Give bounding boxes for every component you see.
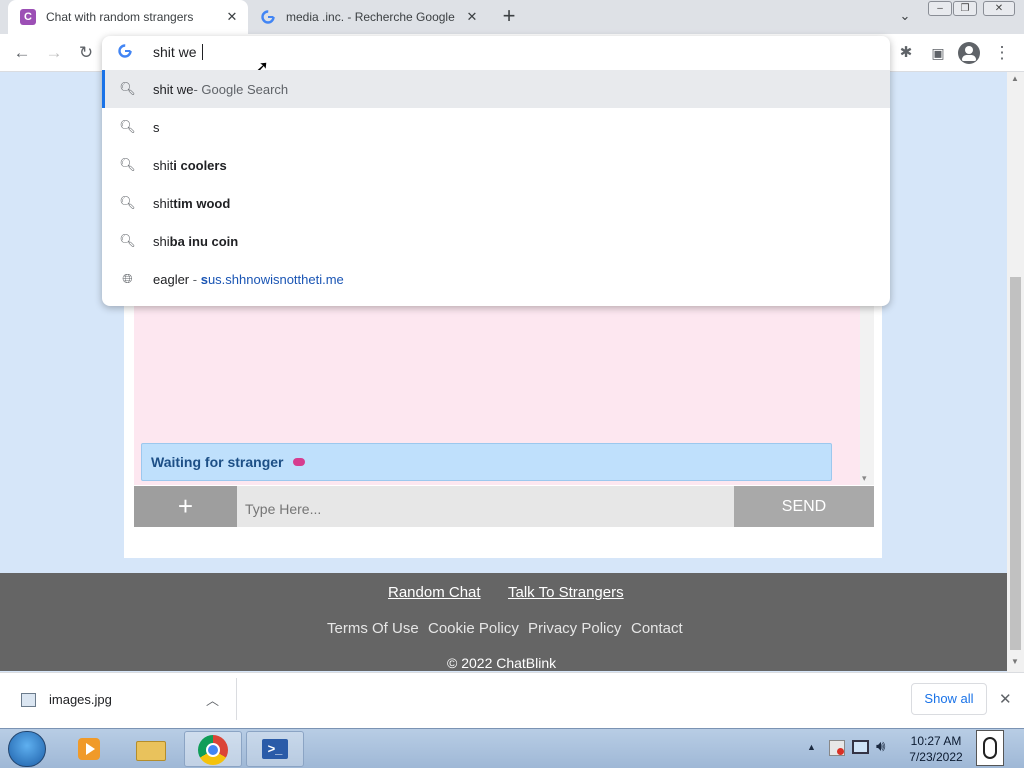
suggestion-text: eagler (153, 271, 190, 287)
close-icon[interactable]: ✕ (462, 9, 482, 25)
restore-button[interactable]: ❐ (953, 1, 977, 16)
user-avatar[interactable] (976, 730, 1004, 766)
powershell-icon[interactable]: >_ (246, 731, 304, 767)
footer-link-terms[interactable]: Terms Of Use (327, 620, 419, 637)
profile-avatar[interactable] (958, 42, 980, 64)
minimize-button[interactable]: – (928, 1, 952, 16)
close-icon[interactable]: ✕ (999, 690, 1012, 708)
chat-scrollbar[interactable]: ▾ (860, 305, 874, 485)
action-center-flag-icon[interactable] (829, 740, 845, 756)
google-icon (260, 9, 276, 25)
status-banner: Waiting for stranger (141, 443, 832, 481)
chevron-up-icon[interactable]: ︿ (206, 690, 219, 709)
scroll-up-icon[interactable]: ▲ (1011, 74, 1019, 83)
omnibox-suggestion[interactable]: 🔍︎ s (102, 108, 890, 146)
forward-icon[interactable]: → (43, 42, 65, 64)
scrollbar-thumb[interactable] (1010, 277, 1021, 650)
system-clock[interactable]: 10:27 AM 7/23/2022 (905, 733, 967, 765)
download-shelf (0, 672, 1024, 728)
search-icon: 🔍︎ (119, 81, 136, 96)
selection-indicator (102, 70, 105, 108)
omnibox-suggestion[interactable]: 🔍︎ shit we - Google Search (102, 70, 890, 108)
image-file-icon (21, 693, 36, 707)
side-panel-icon[interactable]: ▣ (927, 42, 949, 64)
send-button[interactable]: SEND (734, 486, 874, 527)
network-icon[interactable] (852, 740, 869, 754)
omnibox-suggestion[interactable]: 🌐︎ eagler - s us.shhnowisnottheti.me (102, 260, 890, 298)
omnibox-suggestion[interactable]: 🔍︎ shit i coolers (102, 146, 890, 184)
chevron-down-icon[interactable]: ⌄ (895, 8, 915, 26)
chrome-taskbar-icon[interactable] (184, 731, 242, 767)
suggestion-suffix: - (189, 271, 201, 287)
suggestion-text: s (153, 119, 160, 135)
add-attachment-button[interactable]: + (134, 486, 237, 527)
search-icon: 🔍︎ (119, 233, 136, 248)
close-icon[interactable]: ✕ (222, 9, 242, 25)
omnibox-suggestion[interactable]: 🔍︎ shi ba inu coin (102, 222, 890, 260)
search-icon: 🔍︎ (119, 157, 136, 172)
reload-icon[interactable]: ↻ (75, 42, 97, 64)
file-explorer-icon[interactable] (122, 731, 180, 767)
start-button-icon[interactable] (8, 731, 46, 767)
text-cursor (201, 44, 203, 60)
google-icon (118, 44, 134, 60)
show-all-button[interactable]: Show all (911, 683, 987, 715)
window-close-button[interactable]: ✕ (983, 1, 1015, 16)
clock-time: 10:27 AM (910, 734, 962, 748)
suggestion-text: shi (153, 233, 170, 249)
search-icon: 🔍︎ (119, 195, 136, 210)
back-icon[interactable]: ← (11, 42, 33, 64)
scroll-down-icon[interactable]: ▼ (1011, 657, 1019, 666)
tab-title: media .inc. - Recherche Google (286, 10, 455, 24)
show-hidden-icons-icon[interactable]: ▲ (807, 742, 816, 752)
copyright-text: © 2022 ChatBlink (447, 655, 557, 671)
footer-link-privacy-policy[interactable]: Privacy Policy (528, 620, 621, 637)
suggestion-completion: tim wood (173, 195, 231, 211)
typing-dot-icon (292, 458, 305, 466)
suggestion-text: shit we (153, 81, 194, 97)
extensions-icon[interactable]: ✱ (895, 42, 917, 64)
tab-title: Chat with random strangers (46, 10, 194, 24)
tab-chat[interactable]: C Chat with random strangers ✕ (8, 0, 248, 34)
search-icon: 🔍︎ (119, 119, 136, 134)
suggestion-suffix: - Google Search (193, 81, 289, 97)
media-player-icon[interactable] (62, 731, 120, 767)
download-filename[interactable]: images.jpg (49, 692, 112, 707)
menu-icon[interactable]: ⋮ (991, 42, 1013, 64)
footer-link-contact[interactable]: Contact (631, 620, 683, 637)
footer-link-talk-to-strangers[interactable]: Talk To Strangers (508, 584, 624, 601)
suggestion-completion: ba inu coin (169, 233, 239, 249)
suggestion-url: us.shhnowisnottheti.me (207, 271, 344, 287)
omnibox-suggestion[interactable]: 🔍︎ shit tim wood (102, 184, 890, 222)
suggestion-text: shit (153, 195, 174, 211)
footer-link-cookie-policy[interactable]: Cookie Policy (428, 620, 519, 637)
status-text: Waiting for stranger (151, 454, 284, 470)
tab-google[interactable]: media .inc. - Recherche Google ✕ (250, 0, 488, 34)
new-tab-button[interactable]: + (498, 5, 520, 28)
address-bar[interactable]: shit we (153, 44, 203, 60)
clock-date: 7/23/2022 (909, 750, 963, 764)
suggestion-url-match: s (200, 271, 208, 287)
suggestion-completion: i coolers (173, 157, 227, 173)
volume-icon[interactable]: 🔊︎ (876, 738, 885, 755)
shelf-divider (236, 678, 237, 720)
globe-icon: 🌐︎ (122, 271, 133, 286)
chatblink-favicon: C (20, 9, 36, 25)
footer-link-random-chat[interactable]: Random Chat (388, 584, 481, 601)
suggestion-text: shit (153, 157, 174, 173)
address-input[interactable]: shit we (153, 44, 197, 60)
message-input[interactable] (237, 486, 734, 527)
